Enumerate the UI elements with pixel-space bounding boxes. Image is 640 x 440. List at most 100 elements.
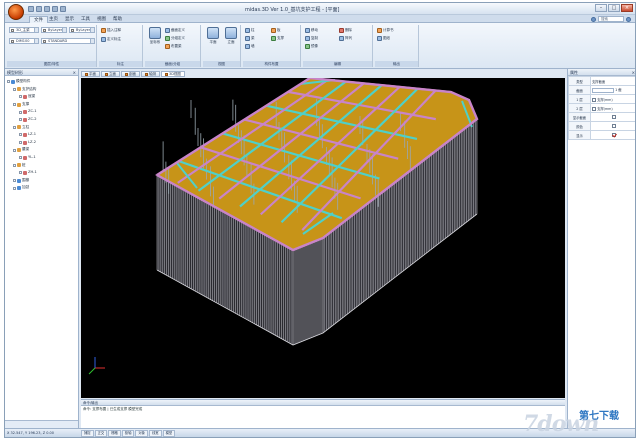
expand-toggle-icon[interactable] xyxy=(19,156,22,160)
expand-toggle-icon[interactable] xyxy=(13,125,16,129)
expand-toggle-icon[interactable] xyxy=(19,95,22,99)
doc-tab-axonometric[interactable]: 轴测 xyxy=(141,71,160,77)
property-value[interactable]: 支撑截面 xyxy=(590,76,635,86)
dimstyle-combo[interactable]: DIM100 xyxy=(9,38,39,44)
status-toggle[interactable]: 模型 xyxy=(162,430,176,437)
section-define-button[interactable]: 截面定义 xyxy=(165,27,185,33)
coordinate-system-button[interactable]: 坐标系 xyxy=(147,27,163,45)
status-toggle[interactable]: 极轴 xyxy=(121,430,135,437)
property-value[interactable] xyxy=(590,112,635,122)
delete-button[interactable]: 删除 xyxy=(339,27,352,33)
tree-node[interactable]: 模型构件 xyxy=(5,78,78,86)
expand-toggle-icon[interactable] xyxy=(19,133,22,137)
tab-tools[interactable]: 工具 xyxy=(77,16,94,23)
textstyle-combo[interactable]: STANDARD xyxy=(41,38,95,44)
expand-toggle-icon[interactable] xyxy=(13,87,16,91)
slab-button[interactable]: 板 xyxy=(271,27,281,33)
beam-button[interactable]: 梁 xyxy=(245,35,255,41)
tree-node[interactable]: ZC-1 xyxy=(5,108,78,116)
tree-node[interactable]: 支护结构 xyxy=(5,86,78,94)
redo-icon[interactable] xyxy=(60,6,66,12)
new-file-icon[interactable] xyxy=(28,6,34,12)
doc-tab-section[interactable]: 剖面 xyxy=(121,71,140,77)
checkbox[interactable] xyxy=(592,106,596,111)
tree-node[interactable]: ZC-2 xyxy=(5,116,78,124)
maximize-button[interactable]: □ xyxy=(608,4,620,12)
close-icon[interactable]: × xyxy=(632,69,635,76)
checkbox-checked[interactable] xyxy=(611,133,616,137)
array-button[interactable]: 阵列 xyxy=(339,35,352,41)
output-text[interactable]: 命令: 支撑布置 | 已生成支撑 模型完成 xyxy=(81,406,565,413)
expand-toggle-icon[interactable] xyxy=(13,179,16,183)
ribbon-search-input[interactable]: 搜索 xyxy=(598,16,624,22)
tree-node[interactable]: LZ-1 xyxy=(5,131,78,139)
color-combo[interactable]: ByLayer xyxy=(41,27,67,33)
tree-node[interactable]: YL-1 xyxy=(5,154,78,162)
column-button[interactable]: 柱 xyxy=(245,27,255,33)
insert-annotation-button[interactable]: 插入注释 xyxy=(101,27,121,33)
dropdown-field[interactable] xyxy=(592,87,614,93)
expand-toggle-icon[interactable] xyxy=(19,171,22,175)
expand-toggle-icon[interactable] xyxy=(19,141,22,145)
calc-report-button[interactable]: 计算书 xyxy=(377,27,394,33)
property-value[interactable]: 支撑(mm) xyxy=(590,94,635,104)
status-toggle[interactable]: 栅格 xyxy=(108,430,121,437)
tree-node[interactable]: 围檩 xyxy=(5,177,78,185)
status-toggle[interactable]: 线宽 xyxy=(148,430,162,437)
checkbox[interactable] xyxy=(611,115,616,119)
tree-node[interactable]: 冠梁 xyxy=(5,93,78,101)
doc-tab-3d-view[interactable]: 3D视图 xyxy=(161,71,185,77)
expand-toggle-icon[interactable] xyxy=(13,186,16,190)
close-button[interactable]: × xyxy=(621,4,633,12)
tree-node[interactable]: 加劲 xyxy=(5,184,78,192)
expand-toggle-icon[interactable] xyxy=(19,118,22,122)
status-toggle[interactable]: 捕捉 xyxy=(81,430,94,437)
move-button[interactable]: 移动 xyxy=(305,27,318,33)
brace-button[interactable]: 支撑 xyxy=(271,35,284,41)
status-toggle[interactable]: 正交 xyxy=(94,430,108,437)
doc-tab-elevation[interactable]: 立面 xyxy=(101,71,120,77)
tree-node[interactable]: 支撑 xyxy=(5,101,78,109)
plan-view-button[interactable]: 平面 xyxy=(205,27,221,45)
property-value[interactable] xyxy=(590,121,635,131)
drawing-button[interactable]: 图纸 xyxy=(377,35,390,41)
save-icon[interactable] xyxy=(44,6,50,12)
mirror-button[interactable]: 镜像 xyxy=(305,43,318,49)
copy-button[interactable]: 复制 xyxy=(305,35,318,41)
3d-viewport[interactable] xyxy=(81,78,565,398)
tab-view[interactable]: 视图 xyxy=(93,16,110,23)
doc-tab-plan[interactable]: 平面 xyxy=(81,71,100,77)
info-icon[interactable] xyxy=(591,16,596,22)
tree-node[interactable]: 立柱 xyxy=(5,124,78,132)
tab-home[interactable]: 主页 xyxy=(45,16,62,23)
linetype-combo[interactable]: ByLayer xyxy=(69,27,95,33)
checkbox[interactable] xyxy=(592,97,596,102)
status-toggle[interactable]: 对象 xyxy=(135,430,148,437)
place-beam-button[interactable]: 布置梁 xyxy=(165,43,182,49)
close-icon[interactable]: × xyxy=(73,69,76,76)
open-file-icon[interactable] xyxy=(36,6,42,12)
layer-combo[interactable]: 3D_主梁 xyxy=(9,27,39,33)
wall-button[interactable]: 墙 xyxy=(245,43,255,49)
expand-toggle-icon[interactable] xyxy=(7,80,10,84)
expand-toggle-icon[interactable] xyxy=(13,103,16,107)
property-value[interactable]: 支撑(mm) xyxy=(590,103,635,113)
tab-display[interactable]: 显示 xyxy=(61,16,78,23)
elevation-view-button[interactable]: 立面 xyxy=(223,27,239,45)
minimize-button[interactable]: – xyxy=(595,4,607,12)
expand-toggle-icon[interactable] xyxy=(13,163,16,167)
expand-toggle-icon[interactable] xyxy=(19,110,22,114)
section-dropdown[interactable]: 1 截 xyxy=(590,85,635,95)
tree-node[interactable]: 腰梁 xyxy=(5,146,78,154)
tab-help[interactable]: 帮助 xyxy=(109,16,126,23)
expand-toggle-icon[interactable] xyxy=(13,148,16,152)
undo-icon[interactable] xyxy=(52,6,58,12)
tree-node[interactable]: LZ-2 xyxy=(5,139,78,147)
define-dimension-button[interactable]: 定义标注 xyxy=(101,36,121,42)
tree-node[interactable]: 桩 xyxy=(5,162,78,170)
checkbox[interactable] xyxy=(611,124,616,128)
application-menu-button[interactable] xyxy=(8,4,24,20)
group-define-button[interactable]: 分组定义 xyxy=(165,35,185,41)
tree-node[interactable]: ZH-1 xyxy=(5,169,78,177)
help-icon[interactable] xyxy=(626,16,631,22)
